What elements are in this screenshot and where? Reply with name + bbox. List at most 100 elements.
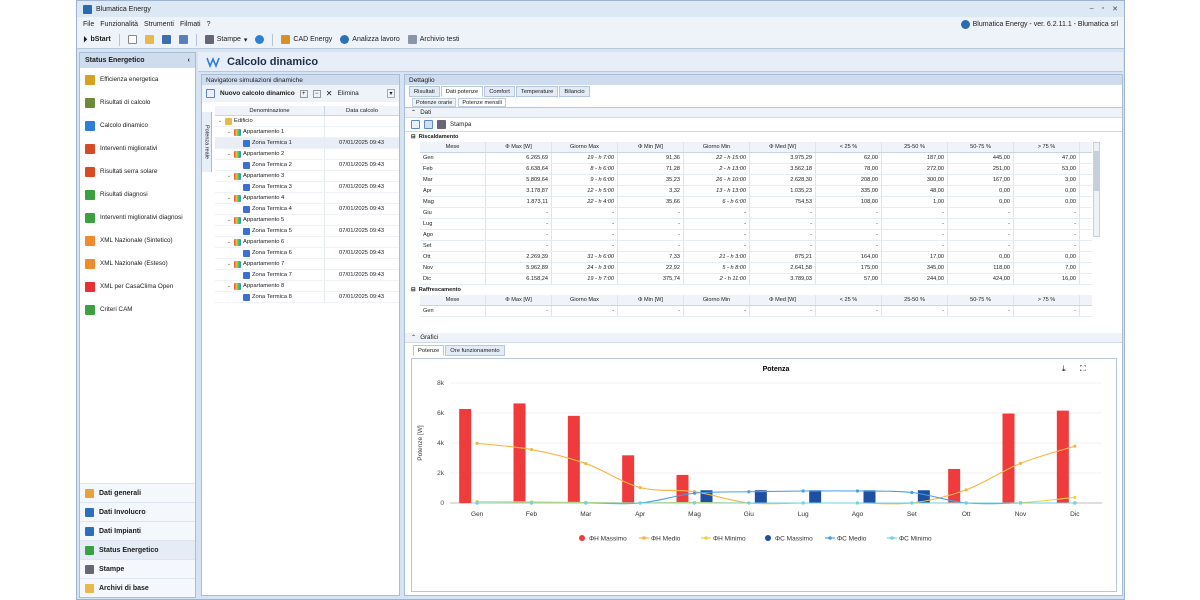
- open-folder-icon[interactable]: [144, 35, 154, 44]
- sidebar-item-6[interactable]: Interventi migliorativi diagnosi: [80, 206, 195, 229]
- bar-ΦH-Massimo[interactable]: [1002, 413, 1015, 503]
- point-ΦH-Medio[interactable]: [638, 485, 642, 490]
- bar-ΦC-Massimo[interactable]: [809, 490, 822, 503]
- grid-header-cell[interactable]: Giorno Min: [684, 142, 750, 152]
- bar-ΦH-Massimo[interactable]: [513, 403, 526, 503]
- grid-header-cell[interactable]: < 25 %: [816, 295, 882, 305]
- potenza-reale-vtab[interactable]: Potenza reale: [202, 112, 212, 172]
- grid-header-cell[interactable]: Giorno Min: [684, 295, 750, 305]
- bar-ΦH-Massimo[interactable]: [459, 409, 472, 503]
- sidebar-item-2[interactable]: Calcolo dinamico: [80, 114, 195, 137]
- point-ΦC-Medio[interactable]: [692, 491, 697, 495]
- chevron-down-icon[interactable]: ⌄: [226, 283, 232, 289]
- expand-all-icon[interactable]: +: [299, 89, 308, 98]
- grid-row[interactable]: Feb 6.638,64 8 - h 6:00 71,28 2 - h 13:00 3.5…: [420, 164, 1092, 175]
- detail-tab-4[interactable]: Bilancio: [559, 86, 590, 97]
- sidebar-item-1[interactable]: Risultati di calcolo: [80, 91, 195, 114]
- grid-header-cell[interactable]: Φ Min [W]: [618, 295, 684, 305]
- grid-header-cell[interactable]: Mese: [420, 295, 486, 305]
- menu-file[interactable]: File: [83, 21, 94, 28]
- bar-ΦH-Massimo[interactable]: [948, 468, 961, 503]
- delete-icon[interactable]: ✕: [326, 89, 333, 98]
- grid-header-cell[interactable]: Giorno Max: [552, 295, 618, 305]
- bottom-nav-2[interactable]: Dati Impianti: [80, 521, 195, 540]
- grid-scrollbar[interactable]: [1093, 142, 1100, 237]
- collapse-all-icon[interactable]: −: [312, 89, 321, 98]
- riscaldamento-group[interactable]: ⊟ Riscaldamento: [408, 132, 1092, 142]
- grid-header-cell[interactable]: 50-75 %: [948, 295, 1014, 305]
- tree-row[interactable]: ⌄ Edificio: [215, 116, 399, 127]
- dati-section-header[interactable]: ⌃ Dati: [405, 108, 1122, 118]
- bar-ΦC-Massimo[interactable]: [863, 490, 876, 503]
- tree-row[interactable]: ⌄ Appartamento 6: [215, 237, 399, 248]
- grid-header-cell[interactable]: 50-75 %: [948, 142, 1014, 152]
- export-icon[interactable]: [424, 120, 433, 129]
- menu-strumenti[interactable]: Strumenti: [144, 21, 174, 28]
- grid-header-cell[interactable]: Φ Med [W]: [750, 295, 816, 305]
- close-icon[interactable]: ✕: [1112, 5, 1118, 13]
- point-ΦC-Minimo[interactable]: [692, 501, 697, 505]
- point-ΦC-Minimo[interactable]: [1073, 501, 1077, 505]
- grid-header-cell[interactable]: Φ Max [W]: [486, 295, 552, 305]
- grid-header-cell[interactable]: Φ Max [W]: [486, 142, 552, 152]
- tree-col-data[interactable]: Data calcolo: [324, 106, 399, 115]
- bottom-nav-3[interactable]: Status Energetico: [80, 540, 195, 559]
- settings-icon[interactable]: [255, 35, 265, 44]
- point-ΦC-Medio[interactable]: [855, 489, 860, 493]
- detail-subtab-1[interactable]: Potenze mensili: [458, 98, 506, 107]
- grid-header-cell[interactable]: Giorno Max: [552, 142, 618, 152]
- stampe-button[interactable]: Stampe ▾: [204, 35, 247, 44]
- grid-row[interactable]: Gen 6.265,69 19 - h 7:00 91,36 22 - h 15:00 3…: [420, 153, 1092, 164]
- raffrescamento-group[interactable]: ⊟ Raffrescamento: [408, 285, 1092, 295]
- point-ΦC-Medio[interactable]: [801, 489, 805, 493]
- grid-row[interactable]: Giu - - - - - - - - -: [420, 208, 1092, 219]
- grid-header-cell[interactable]: 25-50 %: [882, 295, 948, 305]
- grid-header-cell[interactable]: Mese: [420, 142, 486, 152]
- minimize-icon[interactable]: –: [1090, 5, 1094, 13]
- point-ΦC-Minimo[interactable]: [584, 501, 588, 505]
- detail-tab-1[interactable]: Dati potenze: [440, 86, 484, 97]
- point-ΦC-Minimo[interactable]: [529, 501, 534, 505]
- chevron-down-icon[interactable]: ⌄: [226, 173, 232, 179]
- grid-row[interactable]: Mag 1.873,11 22 - h 4:00 35,66 6 - h 6:00 754…: [420, 197, 1092, 208]
- tree-row[interactable]: ⌄ Appartamento 8: [215, 281, 399, 292]
- point-ΦH-Medio[interactable]: [1018, 461, 1023, 465]
- tree-row[interactable]: Zona Termica 1 07/01/2025 09:43: [215, 138, 399, 149]
- legend-item[interactable]: ΦH Massimo: [579, 535, 627, 542]
- point-ΦC-Minimo[interactable]: [747, 501, 751, 505]
- chevron-down-icon[interactable]: ⌄: [217, 118, 223, 124]
- tree-row[interactable]: Zona Termica 6 07/01/2025 09:43: [215, 248, 399, 259]
- tree-row[interactable]: ⌄ Appartamento 1: [215, 127, 399, 138]
- sidebar-item-3[interactable]: Interventi migliorativi: [80, 137, 195, 160]
- grid-header-cell[interactable]: Φ Med [W]: [750, 142, 816, 152]
- detail-tab-0[interactable]: Risultati: [409, 86, 440, 97]
- grid-row[interactable]: Lug - - - - - - - - -: [420, 219, 1092, 230]
- fullscreen-icon[interactable]: ⛶: [1079, 364, 1086, 373]
- grid-row[interactable]: Nov 5.962,89 24 - h 3:00 22,92 5 - h 8:00 2.6…: [420, 263, 1092, 274]
- menu-funzionalita[interactable]: Funzionalità: [100, 21, 138, 28]
- chevron-down-icon[interactable]: ⌄: [226, 151, 232, 157]
- tree-row[interactable]: Zona Termica 4 07/01/2025 09:43: [215, 204, 399, 215]
- sidebar-item-10[interactable]: Criteri CAM: [80, 298, 195, 321]
- bar-ΦH-Massimo[interactable]: [622, 455, 635, 503]
- point-ΦC-Minimo[interactable]: [638, 501, 642, 505]
- tree-row[interactable]: ⌄ Appartamento 7: [215, 259, 399, 270]
- tree-row[interactable]: ⌄ Appartamento 2: [215, 149, 399, 160]
- grid-row[interactable]: Ott 2.269,39 31 - h 6:00 7,33 21 - h 3:00 875…: [420, 252, 1092, 263]
- new-file-icon[interactable]: [127, 35, 137, 44]
- grid-row[interactable]: Gen - - - - - - - - -: [420, 306, 1092, 317]
- save-all-icon[interactable]: [178, 35, 188, 44]
- bottom-nav-0[interactable]: Dati generali: [80, 483, 195, 502]
- grid-row[interactable]: Apr 3.178,87 12 - h 5:00 3,32 13 - h 13:00 1.…: [420, 186, 1092, 197]
- sidebar-item-4[interactable]: Risultati serra solare: [80, 160, 195, 183]
- chart-tab-1[interactable]: Ore funzionamento: [445, 345, 505, 356]
- bar-ΦH-Massimo[interactable]: [676, 474, 689, 503]
- chevron-down-icon[interactable]: ⌄: [226, 261, 232, 267]
- point-ΦH-Medio[interactable]: [529, 447, 534, 452]
- legend-item[interactable]: ΦC Medio: [825, 535, 867, 542]
- chart-tab-0[interactable]: Potenze: [413, 345, 445, 356]
- point-ΦH-Medio[interactable]: [1073, 444, 1077, 448]
- tree-row[interactable]: ⌄ Appartamento 4: [215, 193, 399, 204]
- point-ΦC-Minimo[interactable]: [855, 501, 860, 505]
- grid-row[interactable]: Dic 6.158,24 19 - h 7:00 375,74 2 - h 11:00 3…: [420, 274, 1092, 285]
